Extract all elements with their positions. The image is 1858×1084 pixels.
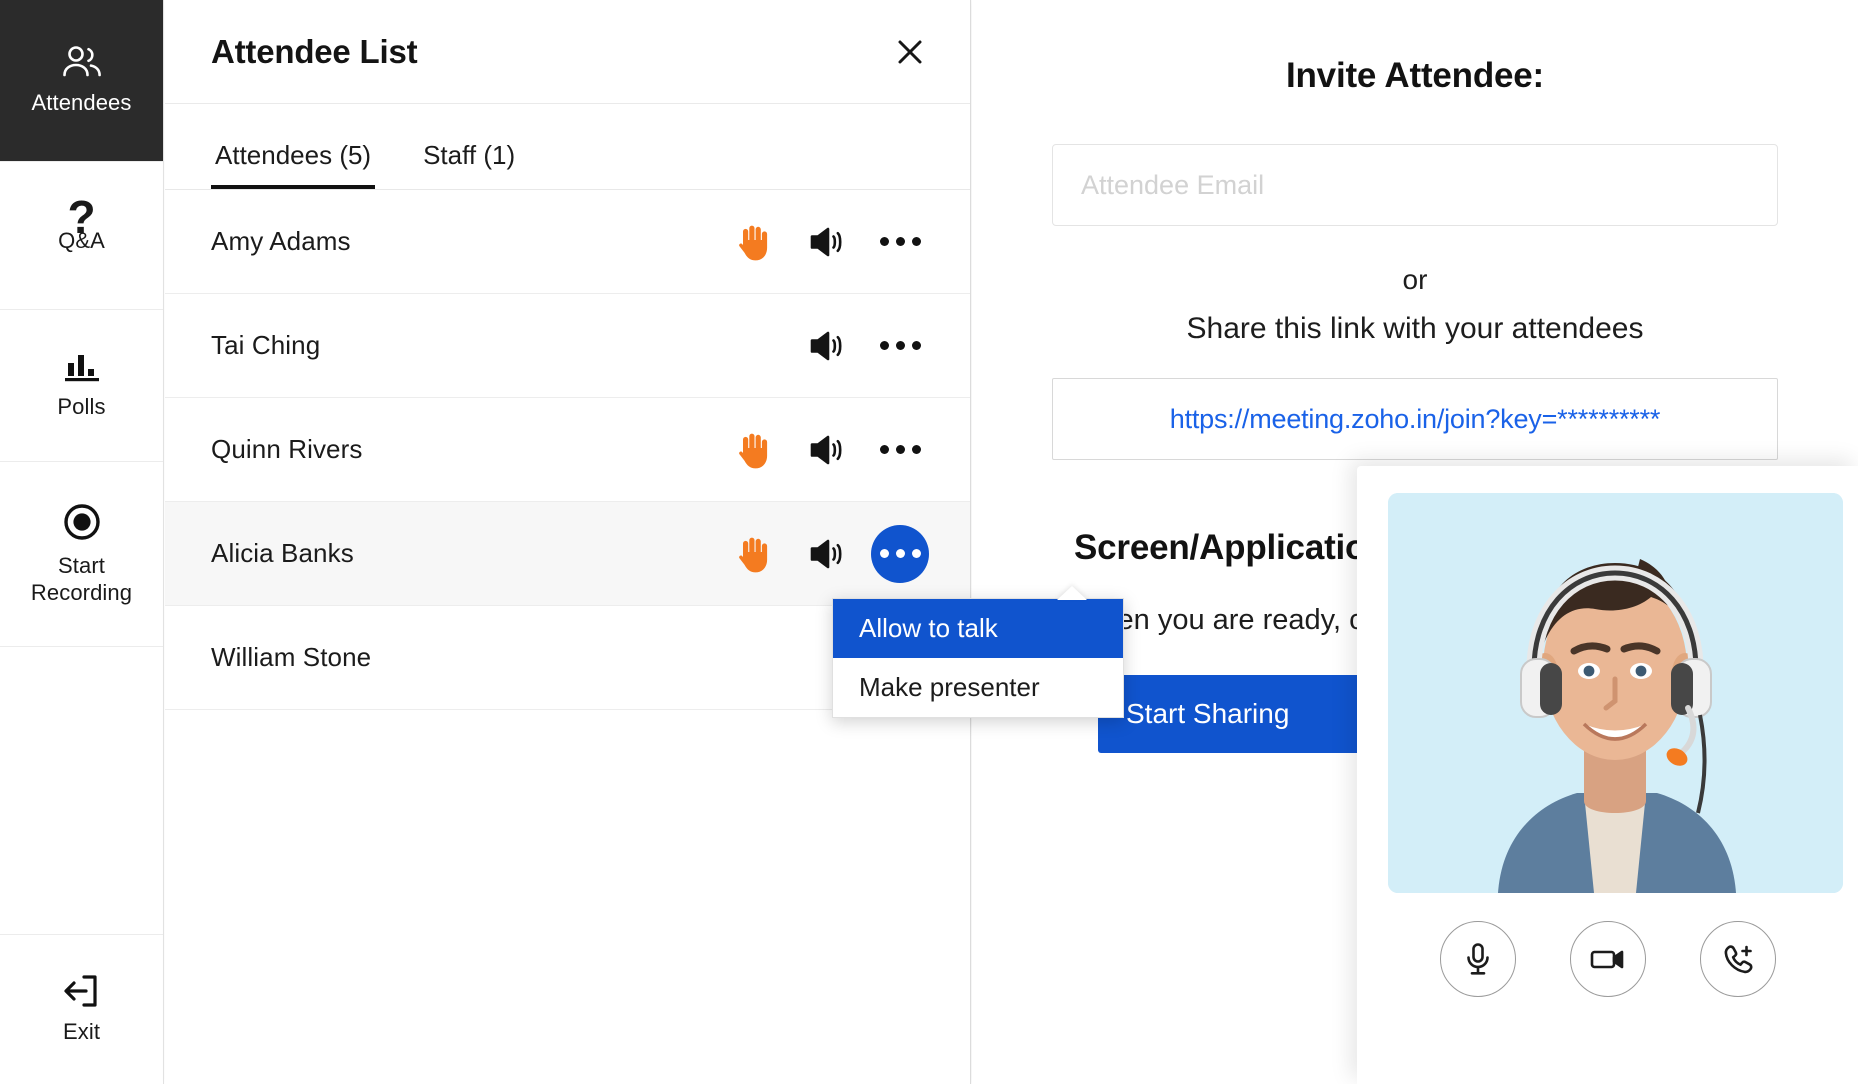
start-sharing-button[interactable]: Start Sharing: [1098, 675, 1398, 753]
row-actions: [718, 521, 936, 587]
attendee-name: Quinn Rivers: [211, 434, 363, 464]
phone-add-icon: [1721, 943, 1755, 975]
speaker-icon[interactable]: [790, 209, 864, 275]
record-circle-icon: [62, 502, 102, 542]
menu-arrow: [1057, 586, 1087, 600]
attendee-context-menu: Allow to talk Make presenter: [832, 586, 1124, 718]
sidebar-item-label: Polls: [57, 394, 106, 419]
invite-attendee-title: Invite Attendee:: [1285, 56, 1545, 95]
phone-add-button[interactable]: [1699, 921, 1776, 997]
people-icon: [60, 45, 104, 79]
exit-arrow-icon: [62, 974, 102, 1008]
raise-hand-icon[interactable]: [718, 521, 790, 587]
speaker-icon[interactable]: [790, 313, 864, 379]
table-row[interactable]: Amy Adams: [165, 190, 970, 294]
camera-button[interactable]: [1569, 921, 1646, 997]
sidebar-item-qa[interactable]: ? Q&A: [0, 162, 163, 310]
microphone-button[interactable]: [1439, 921, 1516, 997]
video-controls: [1357, 921, 1858, 997]
speaker-icon[interactable]: [790, 417, 864, 483]
page-title: Attendee List: [211, 32, 418, 70]
ellipsis-icon: [879, 237, 889, 246]
self-video-panel: [1357, 466, 1858, 1084]
close-panel-button[interactable]: [888, 30, 932, 74]
speaker-icon[interactable]: [790, 521, 864, 587]
video-camera-icon: [1590, 946, 1626, 972]
participant-portrait: [1388, 493, 1843, 893]
sidebar-item-label: Start Recording: [30, 553, 133, 605]
bar-chart-icon: [62, 351, 102, 383]
attendee-name: William Stone: [211, 642, 372, 672]
raise-hand-placeholder: [718, 313, 790, 379]
row-more-menu-button[interactable]: [864, 209, 936, 275]
ellipsis-icon: [879, 445, 889, 454]
sidebar-item-label: Exit: [62, 1019, 101, 1044]
row-actions: [718, 313, 936, 379]
or-divider-text: or: [1402, 264, 1428, 295]
row-more-menu-button[interactable]: [864, 417, 936, 483]
raise-hand-icon[interactable]: [718, 417, 790, 483]
menu-item-allow-to-talk[interactable]: Allow to talk: [833, 599, 1123, 658]
attendee-email-input[interactable]: [1052, 144, 1778, 226]
menu-item-make-presenter[interactable]: Make presenter: [833, 658, 1123, 717]
attendee-name: Alicia Banks: [211, 538, 354, 568]
table-row[interactable]: Tai Ching: [165, 294, 970, 398]
row-actions: [718, 209, 936, 275]
video-thumbnail: [1388, 493, 1843, 893]
sidebar-item-polls[interactable]: Polls: [0, 310, 163, 462]
row-actions: [718, 417, 936, 483]
app-root: Attendees ? Q&A Polls Start Recording Ex…: [0, 0, 1858, 1084]
row-more-menu-button-active[interactable]: [864, 521, 936, 587]
row-more-menu-button[interactable]: [864, 313, 936, 379]
sidebar-item-attendees[interactable]: Attendees: [0, 0, 163, 162]
tab-attendees[interactable]: Attendees (5): [211, 140, 376, 189]
sidebar-item-start-recording[interactable]: Start Recording: [0, 462, 163, 647]
share-link-description: Share this link with your attendees: [1186, 312, 1644, 345]
panel-header: Attendee List: [165, 0, 970, 104]
share-link-box[interactable]: https://meeting.zoho.in/join?key=*******…: [1052, 378, 1778, 460]
sidebar-item-exit[interactable]: Exit: [0, 934, 163, 1084]
close-icon: [895, 37, 925, 67]
attendee-list-panel: Attendee List Attendees (5) Staff (1) Am…: [165, 0, 1124, 1084]
ellipsis-icon: [879, 341, 889, 350]
ellipsis-icon: [879, 549, 889, 558]
attendee-name: Amy Adams: [211, 226, 351, 256]
table-row[interactable]: Alicia Banks: [165, 502, 970, 606]
share-link[interactable]: https://meeting.zoho.in/join?key=*******…: [1170, 404, 1661, 435]
attendee-name: Tai Ching: [211, 330, 321, 360]
left-sidebar: Attendees ? Q&A Polls Start Recording Ex…: [0, 0, 164, 1084]
microphone-icon: [1463, 942, 1493, 976]
panel-tabs: Attendees (5) Staff (1): [165, 104, 970, 190]
tab-staff[interactable]: Staff (1): [419, 140, 519, 189]
sidebar-item-label: Attendees: [31, 90, 132, 115]
sidebar-item-label: Q&A: [58, 228, 105, 253]
raise-hand-icon[interactable]: [718, 209, 790, 275]
table-row[interactable]: Quinn Rivers: [165, 398, 970, 502]
